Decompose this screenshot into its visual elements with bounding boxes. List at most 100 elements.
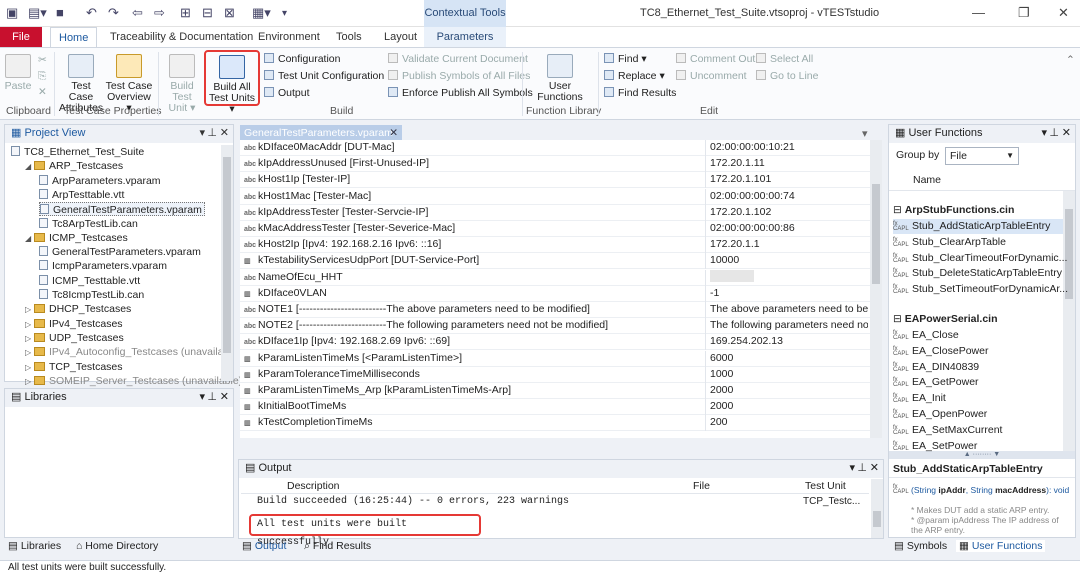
enforce-publish-button[interactable]: Enforce Publish All Symbols — [388, 87, 533, 99]
parameter-row[interactable]: abc kDIface0MacAddr [DUT-Mac] 02:00:00:00:… — [240, 140, 870, 156]
parameter-row[interactable]: abc kIpAddressTester [Tester-Servcie-IP] 1… — [240, 204, 870, 221]
function-item[interactable]: fx CAPL EA_SetPower — [893, 439, 1063, 454]
tree-item[interactable]: Tc8ArpTestLib.can — [39, 217, 138, 231]
parameter-row[interactable]: abc kHost2Ip [Ipv4: 192.168.2.16 Ipv6: ::… — [240, 237, 870, 254]
undo-icon[interactable]: ↶ — [86, 5, 97, 21]
redo-icon[interactable]: ↷ — [108, 5, 119, 21]
parameter-value[interactable] — [710, 269, 868, 285]
project-tree-scrollbar[interactable] — [221, 145, 233, 381]
parameter-value[interactable]: 169.254.202.13 — [710, 334, 868, 349]
parameter-value[interactable]: The above parameters need to be m — [710, 302, 868, 317]
select-all-button[interactable]: Select All — [756, 53, 813, 65]
output-button[interactable]: Output — [264, 87, 310, 99]
parameter-value[interactable]: 02:00:00:00:10:21 — [710, 140, 868, 155]
collapse-ribbon-icon[interactable]: ⌃ — [1066, 54, 1075, 66]
parameter-value[interactable]: 10000 — [710, 253, 868, 268]
panel-close-icon[interactable]: ✕ — [870, 460, 879, 477]
customize-icon[interactable]: ▾ — [282, 8, 287, 19]
replace-button[interactable]: Replace ▾ — [604, 70, 665, 82]
tree-item[interactable]: ◢ ICMP_Testcases — [25, 231, 128, 245]
pin-icon[interactable]: ⊥ — [207, 125, 217, 142]
parameter-value[interactable]: 172.20.1.101 — [710, 172, 868, 187]
editor-overflow-icon[interactable]: ▾ — [862, 127, 868, 140]
expand-icon[interactable]: ▷ — [25, 346, 34, 360]
scrollbar-thumb[interactable] — [873, 511, 881, 527]
parameter-value[interactable]: The following parameters need not b — [710, 318, 868, 333]
tab-symbols[interactable]: ▤ Symbols — [894, 540, 947, 552]
panel-close-icon[interactable]: ✕ — [1062, 125, 1071, 142]
tree-item[interactable]: ▷ IPv4_Autoconfig_Testcases (unavaila... — [25, 345, 232, 359]
output-line[interactable]: Build succeeded (16:25:44) -- 0 errors, … — [241, 494, 869, 509]
tab-tools[interactable]: Tools — [328, 27, 370, 47]
tree-item[interactable]: ▷ UDP_Testcases — [25, 331, 124, 345]
paste-button[interactable]: Paste — [4, 54, 32, 92]
pin-icon[interactable]: ⊥ — [857, 460, 867, 477]
user-functions-scrollbar[interactable] — [1063, 191, 1075, 451]
tab-traceability[interactable]: Traceability & Documentation — [102, 27, 261, 47]
parameter-row[interactable]: abc NameOfEcu_HHT — [240, 269, 870, 286]
tab-parameters[interactable]: Parameters — [424, 27, 506, 47]
tree-item[interactable]: GeneralTestParameters.vparam — [39, 202, 205, 217]
build-all-test-units-button[interactable]: Build All Test Units ▾ — [204, 50, 260, 115]
tab-user-functions[interactable]: ▦ User Functions — [956, 540, 1046, 552]
collapse-icon[interactable]: ⊟ — [893, 313, 905, 325]
function-item[interactable]: fx CAPL EA_GetPower — [893, 375, 1063, 390]
function-item[interactable]: fx CAPL EA_ClosePower — [893, 344, 1063, 359]
tab-home[interactable]: Home — [50, 27, 98, 48]
parameter-value[interactable]: 172.20.1.102 — [710, 205, 868, 220]
parameter-value[interactable]: 02:00:00:00:00:74 — [710, 189, 868, 204]
tab-environment[interactable]: Environment — [250, 27, 328, 47]
build-test-unit-button[interactable]: Build Test Unit ▾ — [160, 54, 204, 114]
tree-item[interactable]: ▷ TCP_Testcases — [25, 360, 123, 374]
tab-file[interactable]: File — [0, 27, 42, 47]
tree-item[interactable]: ▷ IPv4_Testcases — [25, 317, 123, 331]
parameter-row[interactable]: abc kIpAddressUnused [First-Unused-IP] 172… — [240, 156, 870, 173]
function-item[interactable]: fx CAPL EA_OpenPower — [893, 407, 1063, 422]
delete-icon[interactable]: ✕ — [38, 86, 47, 98]
parameter-row[interactable]: ▥ kParamListenTimeMs [<ParamListenTime>] 6… — [240, 350, 870, 367]
tree-item[interactable]: ▷ DHCP_Testcases — [25, 302, 131, 316]
parameter-row[interactable]: ▥ kParamToleranceTimeMilliseconds 1000 — [240, 366, 870, 383]
user-functions-column-header[interactable]: Name — [889, 171, 1075, 191]
tab-output[interactable]: ▤ Output — [242, 540, 286, 552]
scrollbar-thumb[interactable] — [872, 184, 880, 284]
column-file[interactable]: File — [693, 479, 710, 493]
go-to-line-button[interactable]: Go to Line — [756, 70, 818, 82]
pin-icon[interactable]: ⊥ — [1049, 125, 1059, 142]
parameter-row[interactable]: ▥ kTestabilityServicesUdpPort [DUT-Servic… — [240, 253, 870, 270]
parameter-value[interactable]: 2000 — [710, 399, 868, 414]
parameter-row[interactable]: ▥ kInitialBootTimeMs 2000 — [240, 399, 870, 416]
expand-icon[interactable]: ▷ — [25, 332, 34, 346]
panel-close-icon[interactable]: ✕ — [220, 125, 229, 142]
new-project-icon[interactable]: ▤▾ — [28, 5, 47, 21]
cut-icon[interactable]: ✂ — [38, 54, 47, 66]
folder-icon[interactable]: ▦▾ — [252, 5, 271, 21]
back-icon[interactable]: ⇦ — [132, 5, 143, 21]
parameter-value[interactable]: 2000 — [710, 383, 868, 398]
tab-find-results[interactable]: ⌕ Find Results — [304, 540, 371, 553]
tree-item[interactable]: TC8_Ethernet_Test_Suite — [11, 145, 144, 159]
forward-icon[interactable]: ⇨ — [154, 5, 165, 21]
configuration-button[interactable]: Configuration — [264, 53, 340, 65]
tree-item[interactable]: ArpTesttable.vtt — [39, 188, 124, 202]
parameter-row[interactable]: abc kHost1Mac [Tester-Mac] 02:00:00:00:00:… — [240, 188, 870, 205]
expand-icon[interactable]: ▷ — [25, 303, 34, 317]
scrollbar-thumb[interactable] — [223, 157, 231, 353]
function-item[interactable]: fx CAPL EA_Init — [893, 391, 1063, 406]
tree-item[interactable]: ICMP_Testtable.vtt — [39, 274, 140, 288]
tab-home-directory[interactable]: ⌂ Home Directory — [76, 540, 158, 552]
pin-icon[interactable]: ⊥ — [207, 389, 217, 406]
expand-icon[interactable]: ▷ — [25, 318, 34, 332]
function-item[interactable]: fx CAPL EA_SetMaxCurrent — [893, 423, 1063, 438]
parameter-row[interactable]: ▥ kDIface0VLAN -1 — [240, 285, 870, 302]
function-item[interactable]: fx CAPL Stub_ClearArpTable — [893, 235, 1063, 250]
copy-icon[interactable]: ⎘ — [38, 70, 46, 83]
tree-item[interactable]: ◢ ARP_Testcases — [25, 159, 123, 173]
expand-icon[interactable]: ▷ — [25, 375, 34, 389]
parameter-value[interactable]: 6000 — [710, 351, 868, 366]
panel-dropdown-icon[interactable]: ▾ — [1041, 125, 1047, 142]
uncomment-button[interactable]: Uncomment — [676, 70, 747, 82]
editor-tab-close-icon[interactable]: ✕ — [389, 125, 398, 141]
user-functions-button[interactable]: User Functions — [534, 54, 586, 103]
function-item[interactable]: fx CAPL Stub_DeleteStaticArpTableEntry — [893, 266, 1063, 281]
